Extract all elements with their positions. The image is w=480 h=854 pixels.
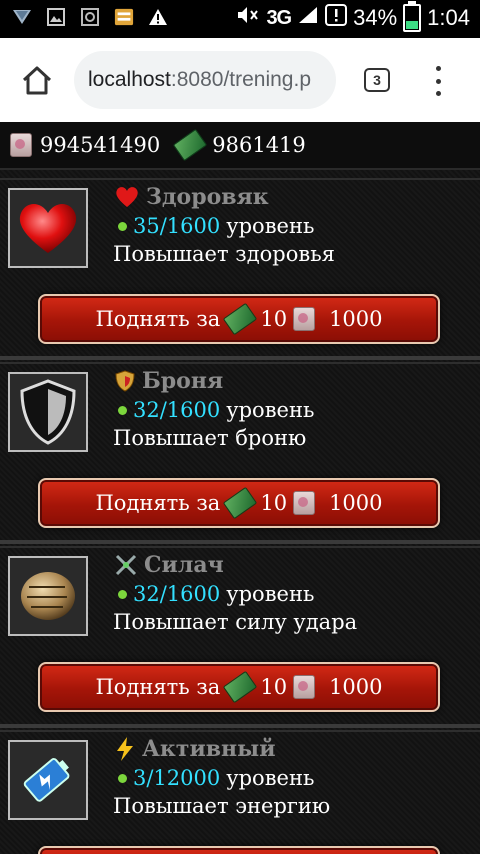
money-balance: 9861419 bbox=[212, 133, 306, 157]
upgrade-scroll-cost: 1000 bbox=[329, 675, 383, 699]
upgrade-money-cost: 10 bbox=[260, 491, 288, 515]
menu-dot-icon bbox=[435, 66, 441, 71]
upgrade-button[interactable]: Поднять за 10 1000 bbox=[38, 478, 440, 528]
skill-title: Здоровяк bbox=[114, 184, 269, 210]
overflow-menu-button[interactable] bbox=[430, 66, 446, 96]
scroll-icon bbox=[293, 491, 316, 515]
skill-name: Активный bbox=[142, 736, 276, 762]
skill-name: Броня bbox=[142, 368, 224, 394]
menu-dot-icon bbox=[435, 78, 441, 84]
shield-small-icon bbox=[115, 370, 135, 392]
level-dot-icon bbox=[118, 221, 127, 231]
url-host: localhost bbox=[88, 68, 171, 91]
skill-level: 35/1600 уровень bbox=[118, 214, 314, 238]
level-value: 3/12000 bbox=[133, 766, 221, 790]
gear-notification-icon bbox=[80, 7, 100, 27]
upgrade-button[interactable]: Поднять за 10 1000 bbox=[38, 662, 440, 712]
image-notification-icon bbox=[46, 7, 66, 27]
skill-title: Силач bbox=[114, 552, 224, 578]
notification-box-icon bbox=[325, 4, 348, 32]
skill-image bbox=[8, 372, 88, 452]
skill-image bbox=[8, 556, 88, 636]
skill-row-zdorovyak: Здоровяк 35/1600 уровень Повышает здоров… bbox=[0, 178, 480, 276]
level-word: уровень bbox=[226, 398, 315, 422]
money-icon bbox=[223, 670, 258, 704]
skill-description: Повышает броню bbox=[113, 426, 307, 450]
fist-icon bbox=[21, 572, 75, 620]
currency-bar: 994541490 9861419 bbox=[0, 122, 480, 170]
skill-image bbox=[8, 740, 88, 820]
upgrade-money-cost: 10 bbox=[260, 307, 288, 331]
skill-level: 32/1600 уровень bbox=[118, 398, 314, 422]
level-word: уровень bbox=[226, 214, 315, 238]
status-bar: 3G 34% 1:04 bbox=[0, 0, 480, 38]
level-value: 32/1600 bbox=[133, 582, 221, 606]
skill-description: Повышает энергию bbox=[113, 794, 331, 818]
home-button[interactable] bbox=[18, 62, 56, 100]
divider bbox=[0, 540, 480, 544]
level-word: уровень bbox=[226, 766, 315, 790]
level-value: 35/1600 bbox=[133, 214, 221, 238]
shield-icon bbox=[20, 379, 76, 445]
tab-switcher-button[interactable]: 3 bbox=[364, 68, 390, 92]
upgrade-label: Поднять за bbox=[95, 675, 221, 699]
skill-title: Активный bbox=[114, 736, 276, 762]
skill-row-aktivny: Активный 3/12000 уровень Повышает энерги… bbox=[0, 730, 480, 828]
level-dot-icon bbox=[118, 405, 127, 415]
skill-description: Повышает силу удара bbox=[113, 610, 358, 634]
scroll-icon bbox=[293, 307, 316, 331]
battery-skill-icon bbox=[23, 758, 70, 802]
scroll-balance: 994541490 bbox=[40, 133, 161, 157]
signal-icon bbox=[297, 5, 319, 31]
mute-icon bbox=[236, 5, 260, 31]
level-dot-icon bbox=[118, 773, 127, 783]
home-icon bbox=[22, 66, 52, 95]
skill-level: 3/12000 уровень bbox=[118, 766, 314, 790]
upgrade-money-cost: 10 bbox=[260, 675, 288, 699]
storage-notification-icon bbox=[114, 7, 134, 27]
skill-name: Здоровяк bbox=[146, 184, 269, 210]
skill-name: Силач bbox=[144, 552, 224, 578]
game-content: 994541490 9861419 Здоровяк 35/1600 урове… bbox=[0, 122, 480, 854]
skill-image bbox=[8, 188, 88, 268]
skill-row-silach: Силач 32/1600 уровень Повышает силу удар… bbox=[0, 546, 480, 644]
network-type: 3G bbox=[266, 6, 292, 29]
skill-description: Повышает здоровья bbox=[113, 242, 335, 266]
url-bar[interactable]: localhost:8080/trening.p bbox=[74, 51, 336, 109]
scroll-icon bbox=[10, 133, 32, 157]
money-icon bbox=[173, 128, 208, 162]
heart-icon bbox=[19, 204, 77, 253]
browser-toolbar: localhost:8080/trening.p 3 bbox=[0, 38, 480, 123]
divider bbox=[0, 724, 480, 728]
menu-dot-icon bbox=[435, 91, 441, 96]
level-word: уровень bbox=[226, 582, 315, 606]
money-icon bbox=[223, 486, 258, 520]
skill-title: Броня bbox=[114, 368, 223, 394]
divider bbox=[0, 356, 480, 360]
upgrade-scroll-cost: 1000 bbox=[329, 491, 383, 515]
level-dot-icon bbox=[118, 589, 127, 599]
upgrade-scroll-cost: 1000 bbox=[329, 307, 383, 331]
skill-level: 32/1600 уровень bbox=[118, 582, 314, 606]
scroll-icon bbox=[293, 675, 316, 699]
upgrade-button-partial[interactable] bbox=[38, 846, 440, 854]
upgrade-label: Поднять за bbox=[95, 307, 221, 331]
warning-notification-icon bbox=[148, 7, 168, 27]
battery-percent: 34% bbox=[353, 5, 398, 30]
upgrade-button[interactable]: Поднять за 10 1000 bbox=[38, 294, 440, 344]
skill-row-bronya: Броня 32/1600 уровень Повышает броню bbox=[0, 362, 480, 460]
lightning-icon bbox=[117, 737, 133, 761]
upgrade-label: Поднять за bbox=[95, 491, 221, 515]
battery-icon bbox=[403, 1, 422, 32]
shield-notification-icon bbox=[12, 7, 32, 27]
money-icon bbox=[223, 302, 258, 336]
level-value: 32/1600 bbox=[133, 398, 221, 422]
clock: 1:04 bbox=[427, 5, 470, 30]
swords-icon bbox=[115, 554, 137, 576]
heart-small-icon bbox=[116, 187, 138, 207]
url-path: :8080/trening.p bbox=[170, 68, 311, 91]
